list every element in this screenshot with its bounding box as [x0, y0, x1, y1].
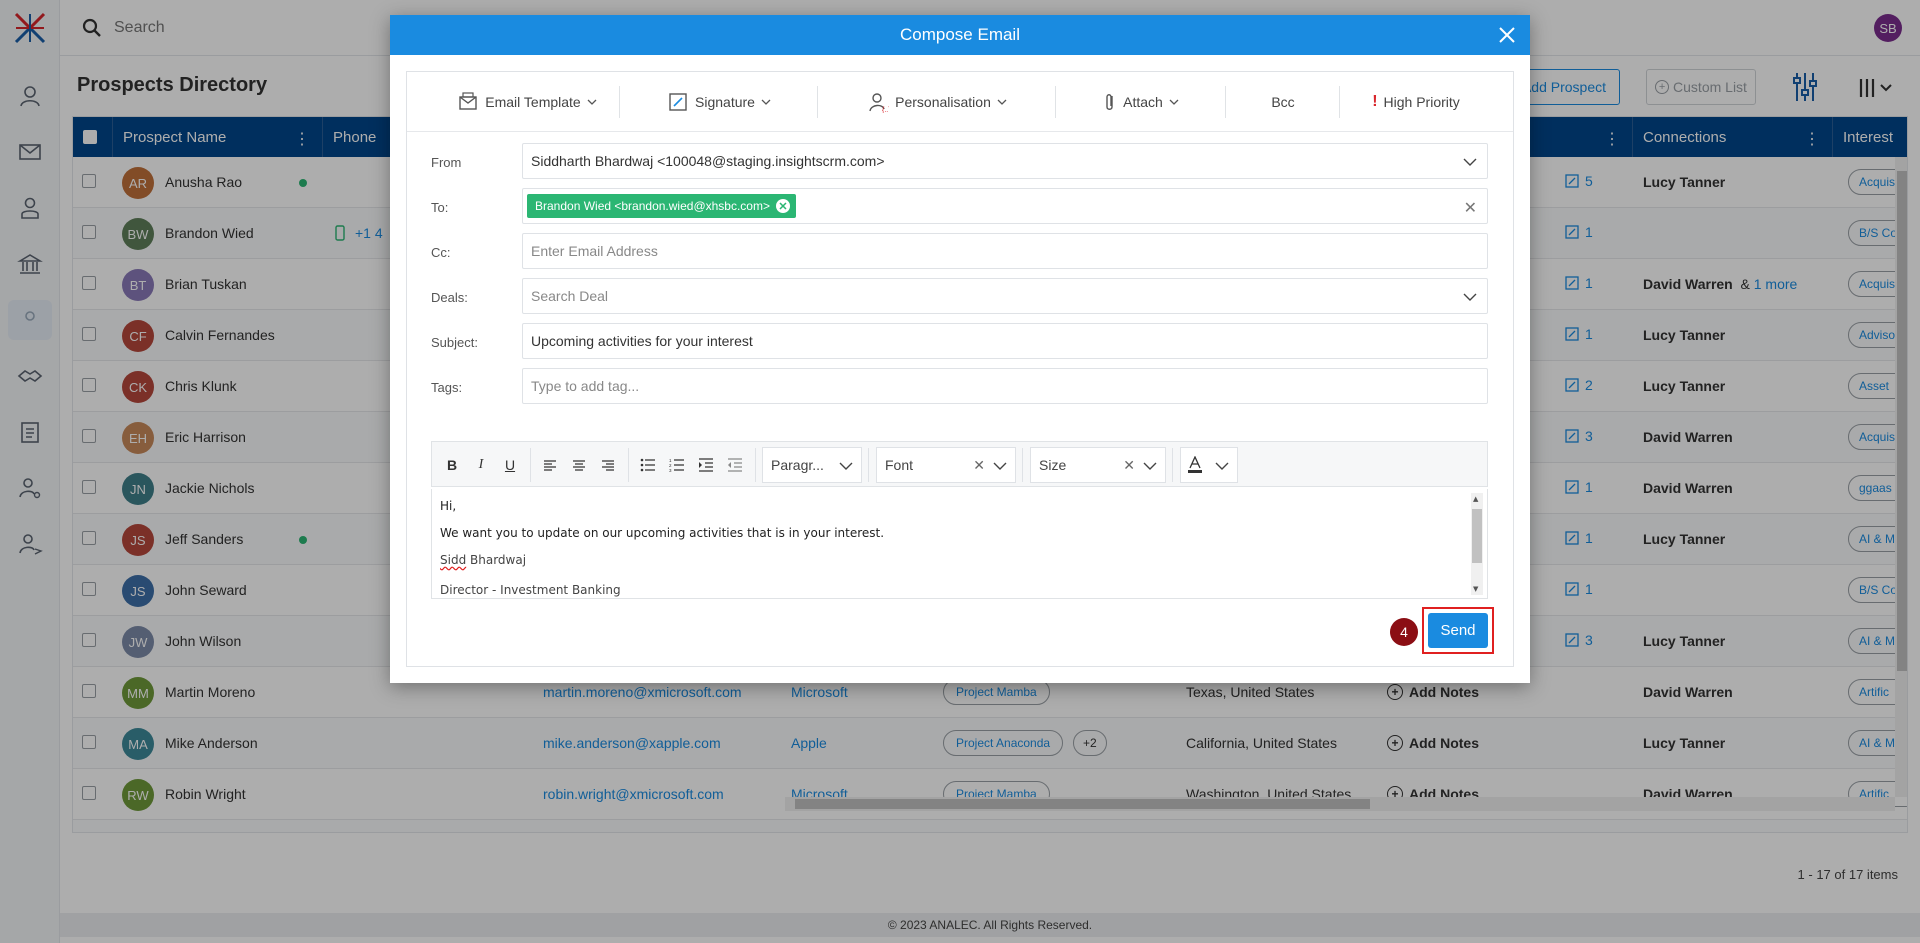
- chevron-down-icon: [587, 99, 597, 105]
- tags-row: Tags:: [407, 368, 1513, 406]
- send-button[interactable]: Send: [1428, 613, 1488, 648]
- deals-input[interactable]: [531, 288, 1487, 304]
- deals-select[interactable]: [522, 278, 1488, 314]
- remove-recipient-icon[interactable]: ✕: [775, 199, 790, 213]
- editor-divider: [868, 448, 869, 482]
- cc-input[interactable]: [531, 243, 1487, 259]
- chevron-down-icon: [997, 99, 1007, 105]
- chevron-down-icon: [839, 462, 853, 470]
- bold-button[interactable]: B: [442, 455, 462, 475]
- align-left-icon[interactable]: [540, 455, 560, 475]
- personalisation-icon: {..}: [869, 93, 889, 113]
- compose-email-dialog: Compose Email Email Template Signature {…: [390, 15, 1530, 683]
- deals-label: Deals:: [431, 290, 468, 305]
- text-color-select[interactable]: [1180, 447, 1238, 483]
- chevron-down-icon: [761, 99, 771, 105]
- from-row: From Siddharth Bhardwaj <100048@staging.…: [407, 143, 1513, 181]
- bcc-button[interactable]: Bcc: [1227, 72, 1339, 132]
- to-label: To:: [431, 200, 449, 215]
- indent-icon[interactable]: [696, 455, 716, 475]
- modal-header: Compose Email: [390, 15, 1530, 55]
- send-highlight-frame: Send: [1422, 607, 1494, 654]
- body-signature-name: Sidd Bhardwaj: [440, 553, 527, 567]
- cc-row: Cc:: [407, 233, 1513, 271]
- email-template-dropdown[interactable]: Email Template: [437, 72, 617, 132]
- italic-button[interactable]: I: [471, 455, 491, 475]
- body-message: We want you to update on our upcoming ac…: [440, 526, 885, 540]
- recipient-chip[interactable]: Brandon Wied <brandon.wied@xhsbc.com> ✕: [527, 194, 796, 218]
- to-row: To: Brandon Wied <brandon.wied@xhsbc.com…: [407, 188, 1513, 226]
- chevron-down-icon: [1215, 462, 1229, 470]
- body-signature-title: Director - Investment Banking: [440, 583, 621, 597]
- step-number-badge: 4: [1390, 618, 1418, 646]
- personalisation-dropdown[interactable]: {..} Personalisation: [819, 72, 1055, 132]
- modal-title: Compose Email: [900, 25, 1020, 44]
- scroll-down-icon[interactable]: ▼: [1473, 585, 1478, 593]
- editor-scroll-thumb[interactable]: [1472, 509, 1482, 563]
- editor-divider: [530, 448, 531, 482]
- editor-scrollbar[interactable]: ▲ ▼: [1471, 493, 1483, 595]
- tags-field[interactable]: [522, 368, 1488, 404]
- email-body-editor[interactable]: Hi, We want you to update on our upcomin…: [431, 489, 1488, 599]
- clear-size-icon[interactable]: ✕: [1123, 457, 1135, 474]
- editor-divider: [755, 448, 756, 482]
- numbered-list-icon[interactable]: 123: [667, 455, 687, 475]
- outdent-icon[interactable]: [725, 455, 745, 475]
- signature-pen-icon: [669, 93, 687, 111]
- chevron-down-icon: [1169, 99, 1179, 105]
- underline-button[interactable]: U: [500, 455, 520, 475]
- clear-recipients-icon[interactable]: ✕: [1464, 198, 1477, 218]
- from-select[interactable]: Siddharth Bhardwaj <100048@staging.insig…: [522, 143, 1488, 179]
- toolbar-divider: [1225, 86, 1226, 118]
- editor-divider: [1172, 448, 1173, 482]
- paragraph-format-select[interactable]: Paragr...: [762, 447, 862, 483]
- text-color-icon: [1188, 456, 1202, 473]
- attach-dropdown[interactable]: Attach: [1057, 72, 1225, 132]
- body-greeting: Hi,: [440, 499, 457, 513]
- cc-field[interactable]: [522, 233, 1488, 269]
- toolbar-divider: [817, 86, 818, 118]
- cc-label: Cc:: [431, 245, 451, 260]
- tags-label: Tags:: [431, 380, 463, 395]
- font-size-select[interactable]: Size ✕: [1030, 447, 1166, 483]
- scroll-up-icon[interactable]: ▲: [1473, 495, 1478, 503]
- svg-text:{..}: {..}: [882, 107, 889, 113]
- deals-row: Deals:: [407, 278, 1513, 316]
- subject-row: Subject:: [407, 323, 1513, 361]
- chevron-down-icon: [1143, 462, 1157, 470]
- editor-toolbar: B I U 123 Paragr... Font ✕ Size ✕: [431, 441, 1488, 487]
- subject-input[interactable]: [531, 333, 1487, 349]
- high-priority-button[interactable]: ! High Priority: [1341, 72, 1491, 132]
- tags-input[interactable]: [531, 378, 1487, 394]
- bullet-list-icon[interactable]: [638, 455, 658, 475]
- chevron-down-icon: [993, 462, 1007, 470]
- compose-toolbar: Email Template Signature {..} Personalis…: [407, 72, 1513, 132]
- font-family-select[interactable]: Font ✕: [876, 447, 1016, 483]
- editor-divider: [1022, 448, 1023, 482]
- align-right-icon[interactable]: [598, 455, 618, 475]
- template-icon: [459, 92, 477, 110]
- clear-font-icon[interactable]: ✕: [973, 457, 985, 474]
- subject-label: Subject:: [431, 335, 478, 350]
- paperclip-icon: [1106, 94, 1113, 110]
- svg-text:3: 3: [669, 468, 672, 472]
- subject-field[interactable]: [522, 323, 1488, 359]
- toolbar-divider: [1339, 86, 1340, 118]
- chevron-down-icon: [1463, 293, 1477, 301]
- compose-form: Email Template Signature {..} Personalis…: [406, 71, 1514, 667]
- signature-dropdown[interactable]: Signature: [621, 72, 817, 132]
- close-icon[interactable]: [1496, 24, 1518, 46]
- align-center-icon[interactable]: [569, 455, 589, 475]
- priority-icon: !: [1372, 93, 1378, 110]
- chevron-down-icon: [1463, 158, 1477, 166]
- editor-divider: [628, 448, 629, 482]
- toolbar-divider: [1055, 86, 1056, 118]
- to-field[interactable]: Brandon Wied <brandon.wied@xhsbc.com> ✕ …: [522, 188, 1488, 224]
- from-label: From: [431, 155, 462, 170]
- toolbar-divider: [619, 86, 620, 118]
